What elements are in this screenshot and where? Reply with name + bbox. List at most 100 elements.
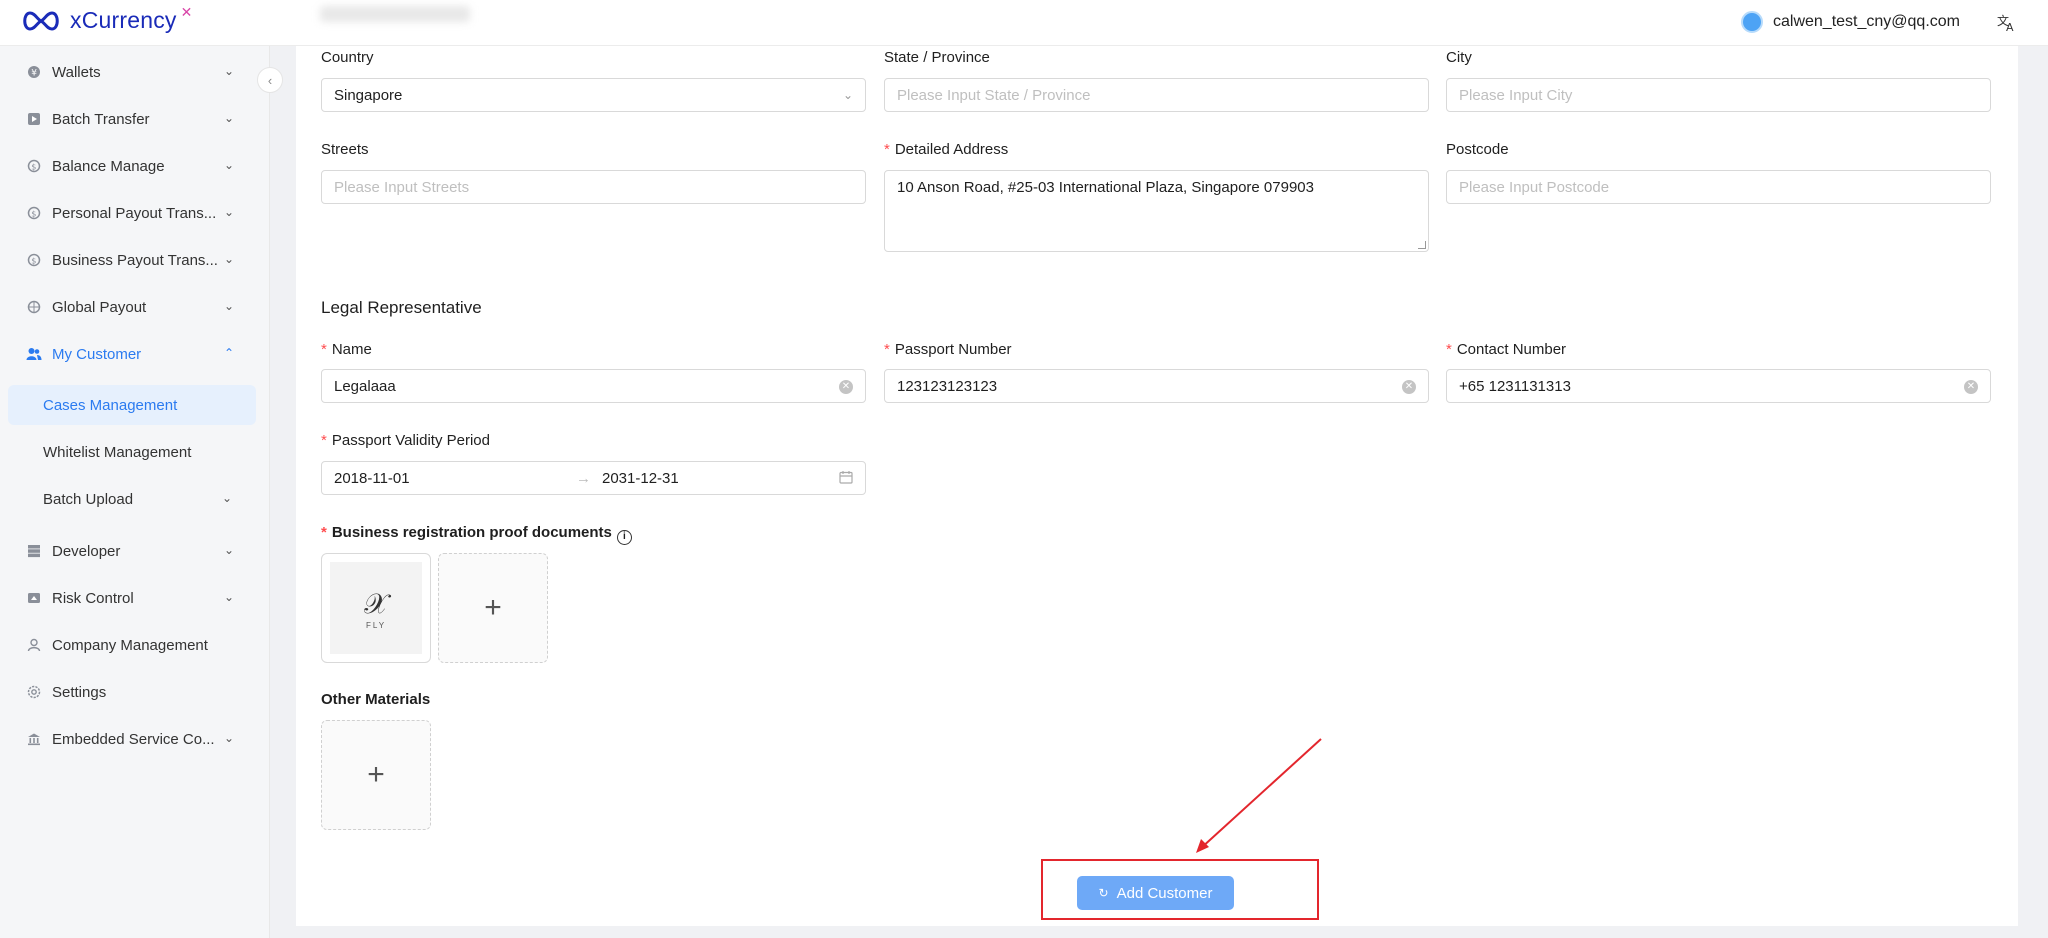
proof-documents-label-text: Business registration proof documents [331, 524, 612, 541]
state-input[interactable]: Please Input State / Province [884, 78, 1429, 112]
resize-handle-icon[interactable] [1418, 241, 1426, 249]
passport-number-value: 123123123123 [897, 377, 998, 395]
sidebar-item-personal-payout[interactable]: $ Personal Payout Trans... ⌄ [0, 193, 270, 233]
sidebar-item-company-management[interactable]: Company Management [0, 625, 270, 665]
required-mark: * [1446, 341, 1452, 358]
plus-icon: + [367, 758, 385, 791]
proof-upload-button[interactable]: + [438, 553, 548, 663]
chevron-down-icon: ⌄ [224, 64, 235, 78]
sidebar-item-wallets[interactable]: ¥ Wallets ⌄ [0, 52, 270, 92]
streets-label: Streets [321, 141, 369, 158]
passport-validity-range-picker[interactable]: 2018-11-01 → 2031-12-31 [321, 461, 866, 495]
detailed-address-label-text: Detailed Address [894, 141, 1009, 158]
sidebar-item-business-payout[interactable]: $ Business Payout Trans... ⌄ [0, 240, 270, 280]
sidebar: ¥ Wallets ⌄ Batch Transfer ⌄ $ Balance M… [0, 46, 270, 938]
fly-logo-image: 𝒳 FLY [330, 562, 422, 654]
sidebar-item-settings[interactable]: Settings [0, 672, 270, 712]
postcode-placeholder: Please Input Postcode [1459, 178, 1610, 196]
globe-icon [26, 299, 42, 315]
sidebar-item-label: Global Payout [52, 298, 147, 316]
detailed-address-label: * Detailed Address [884, 141, 1008, 158]
streets-placeholder: Please Input Streets [334, 178, 470, 196]
streets-input[interactable]: Please Input Streets [321, 170, 866, 204]
country-select[interactable]: Singapore ⌄ [321, 78, 866, 112]
sidebar-item-label: Settings [52, 683, 107, 701]
postcode-input[interactable]: Please Input Postcode [1446, 170, 1991, 204]
sidebar-item-label: Batch Transfer [52, 110, 150, 128]
plus-icon: + [484, 591, 502, 624]
company-user-icon [26, 637, 42, 653]
chevron-up-icon: ⌃ [224, 346, 235, 360]
business-payout-icon: $ [26, 252, 42, 268]
city-label: City [1446, 49, 1472, 66]
users-icon [26, 346, 42, 362]
avatar [1741, 11, 1763, 33]
sidebar-item-whitelist-management[interactable]: Whitelist Management [8, 432, 256, 472]
contact-number-label-text: Contact Number [1456, 341, 1567, 358]
bank-icon [26, 731, 42, 747]
sidebar-item-label: Business Payout Trans... [52, 251, 218, 269]
passport-number-input[interactable]: 123123123123 ✕ [884, 369, 1429, 403]
fly-logo-caption: FLY [365, 620, 387, 630]
country-value: Singapore [334, 86, 403, 104]
sidebar-item-batch-upload[interactable]: Batch Upload ⌄ [8, 479, 256, 519]
chevron-down-icon: ⌄ [224, 205, 235, 219]
validity-end-date[interactable]: 2031-12-31 [602, 470, 679, 487]
name-label-text: Name [331, 341, 372, 358]
sidebar-item-batch-transfer[interactable]: Batch Transfer ⌄ [0, 99, 270, 139]
passport-number-label: * Passport Number [884, 341, 1012, 358]
sidebar-item-label: Company Management [52, 636, 208, 654]
passport-validity-label: * Passport Validity Period [321, 432, 490, 449]
detailed-address-value: 10 Anson Road, #25-03 International Plaz… [897, 179, 1314, 196]
svg-text:A: A [2006, 21, 2014, 33]
brand-name: xCurrency [70, 7, 177, 33]
batch-transfer-icon [26, 111, 42, 127]
city-input[interactable]: Please Input City [1446, 78, 1991, 112]
svg-text:$: $ [31, 210, 36, 219]
svg-text:$: $ [31, 257, 36, 266]
balance-icon: $ [26, 158, 42, 174]
legal-representative-title: Legal Representative [321, 298, 482, 317]
sidebar-item-my-customer[interactable]: My Customer ⌃ [0, 334, 270, 374]
chevron-down-icon: ⌄ [224, 543, 235, 557]
clear-icon[interactable]: ✕ [1402, 380, 1416, 394]
sidebar-collapse-button[interactable]: ‹ [257, 67, 283, 93]
sidebar-item-developer[interactable]: Developer ⌄ [0, 531, 270, 571]
translate-icon[interactable]: 文A [1996, 11, 2018, 34]
sidebar-item-label: Developer [52, 542, 121, 560]
info-icon[interactable]: i [616, 530, 632, 545]
other-materials-upload-button[interactable]: + [321, 720, 431, 830]
proof-documents-label: * Business registration proof documents i [321, 524, 632, 545]
name-label: * Name [321, 341, 372, 358]
uploaded-document-thumbnail[interactable]: 𝒳 FLY [321, 553, 431, 663]
brand-logo[interactable]: xCurrency ✕ [20, 4, 192, 34]
sidebar-item-global-payout[interactable]: Global Payout ⌄ [0, 287, 270, 327]
sidebar-item-label: Whitelist Management [43, 443, 192, 461]
calendar-icon [839, 470, 853, 488]
validity-start-date[interactable]: 2018-11-01 [334, 470, 410, 487]
svg-text:$: $ [31, 163, 36, 172]
sidebar-item-label: Balance Manage [52, 157, 165, 175]
arrow-right-icon: → [576, 469, 591, 487]
required-mark: * [884, 341, 890, 358]
gear-icon [26, 684, 42, 700]
top-header: xCurrency ✕ calwen_test_cny@qq.com 文A [0, 0, 2048, 46]
detailed-address-textarea[interactable]: 10 Anson Road, #25-03 International Plaz… [884, 170, 1429, 252]
clear-icon[interactable]: ✕ [1964, 380, 1978, 394]
contact-number-input[interactable]: +65 1231131313 ✕ [1446, 369, 1991, 403]
sidebar-item-risk-control[interactable]: Risk Control ⌄ [0, 578, 270, 618]
user-menu[interactable]: calwen_test_cny@qq.com [1741, 11, 1960, 33]
sidebar-item-label: My Customer [52, 345, 142, 363]
chevron-down-icon: ⌄ [224, 590, 235, 604]
sidebar-item-label: Personal Payout Trans... [52, 204, 217, 222]
user-email: calwen_test_cny@qq.com [1773, 13, 1960, 30]
clear-icon[interactable]: ✕ [839, 380, 853, 394]
svg-text:¥: ¥ [31, 69, 37, 79]
chevron-down-icon: ⌄ [224, 252, 235, 266]
sidebar-item-balance-manage[interactable]: $ Balance Manage ⌄ [0, 146, 270, 186]
name-value: Legalaaa [334, 377, 396, 395]
sidebar-item-embedded-service[interactable]: Embedded Service Co... ⌄ [0, 719, 270, 759]
passport-number-label-text: Passport Number [894, 341, 1012, 358]
sidebar-item-cases-management[interactable]: Cases Management [8, 385, 256, 425]
name-input[interactable]: Legalaaa ✕ [321, 369, 866, 403]
